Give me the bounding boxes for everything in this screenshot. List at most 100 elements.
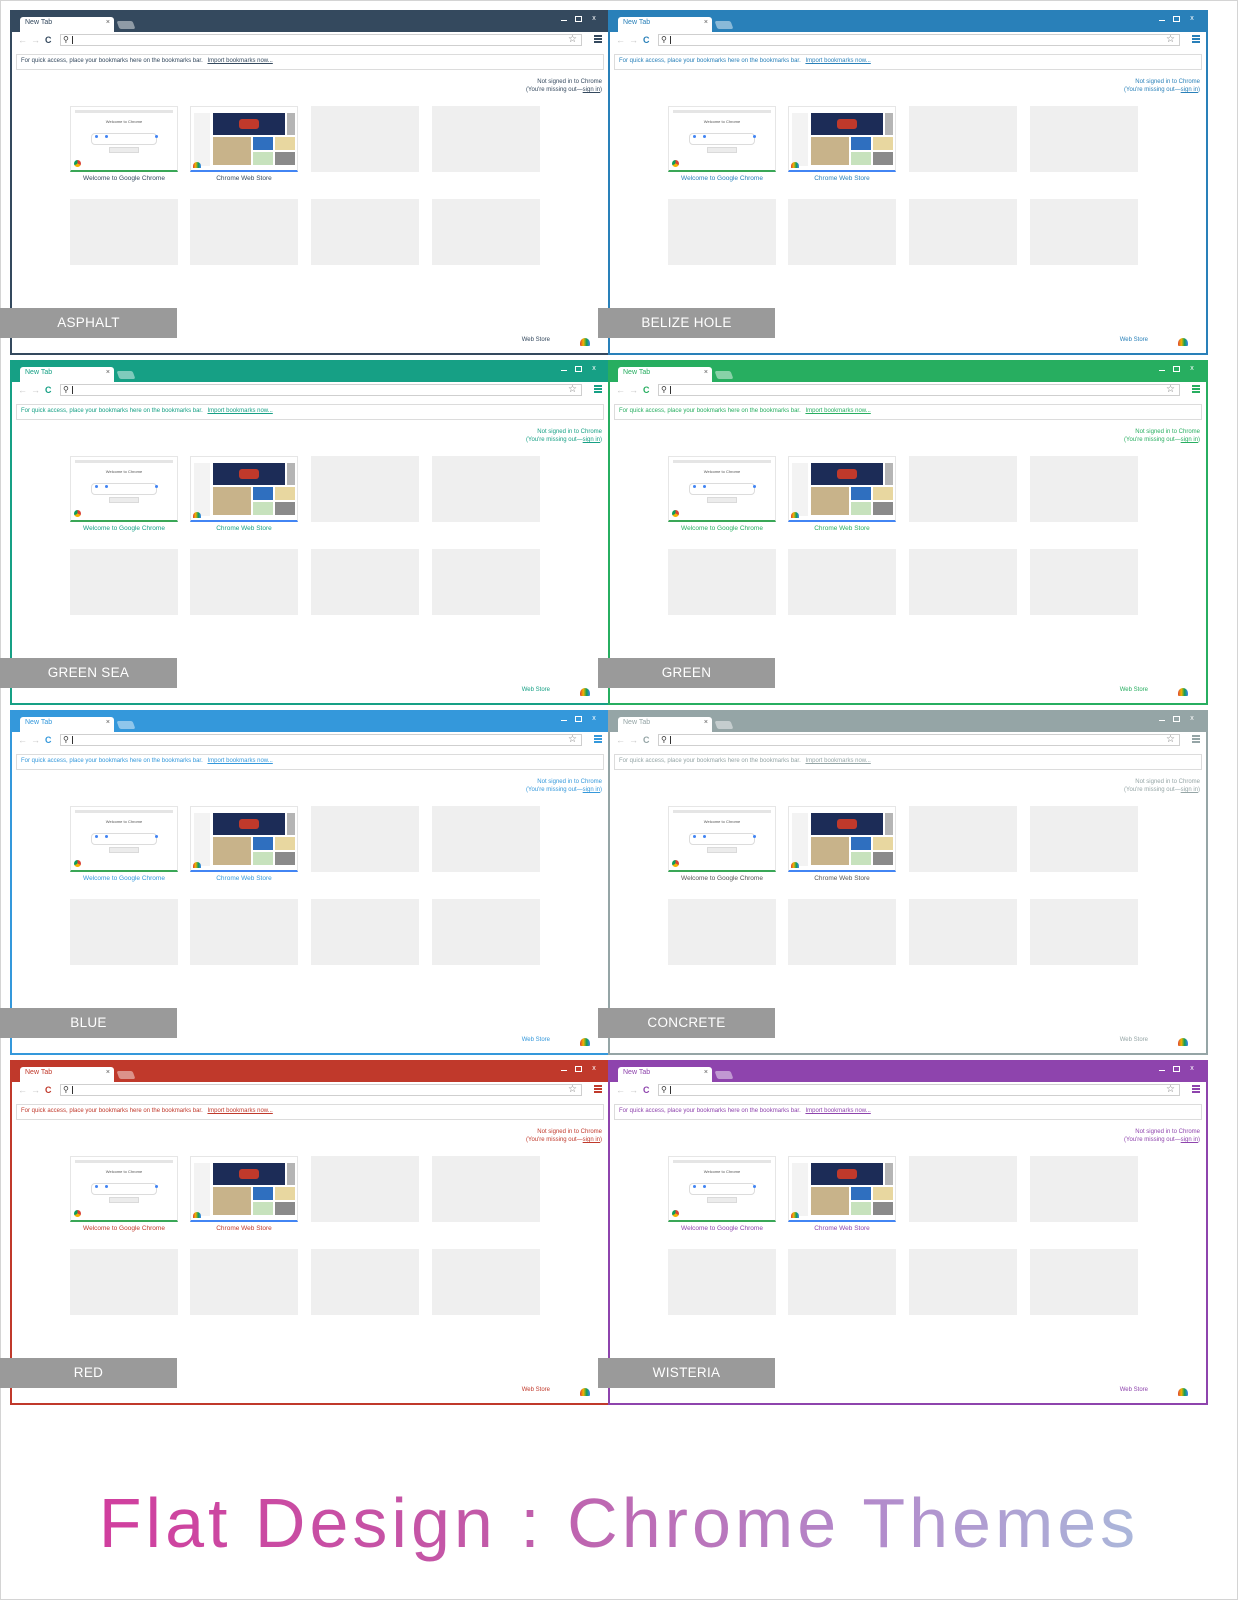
sign-in-link[interactable]: sign in [1181,437,1198,443]
maximize-icon[interactable] [572,714,584,724]
tile-empty[interactable] [788,899,896,965]
tab-new-tab[interactable]: New Tab × [20,17,114,32]
tab-close-icon[interactable]: × [704,19,708,26]
tile-label-welcome[interactable]: Welcome to Google Chrome [64,875,184,882]
import-bookmarks-link[interactable]: Import bookmarks now... [805,58,870,64]
back-arrow-icon[interactable]: ← [616,384,625,396]
tile-empty[interactable] [1030,106,1138,172]
close-icon[interactable]: x [588,14,600,24]
bookmark-star-icon[interactable]: ☆ [568,734,577,746]
bookmark-star-icon[interactable]: ☆ [568,34,577,46]
new-tab-button[interactable] [714,721,734,729]
bookmark-star-icon[interactable]: ☆ [1166,734,1175,746]
new-tab-button[interactable] [714,371,734,379]
tile-empty[interactable] [432,456,540,522]
tile-webstore-thumbnail[interactable] [190,806,298,872]
tile-label-webstore[interactable]: Chrome Web Store [184,175,304,182]
tab-new-tab[interactable]: New Tab × [20,367,114,382]
back-arrow-icon[interactable]: ← [18,34,27,46]
tile-label-welcome[interactable]: Welcome to Google Chrome [662,1225,782,1232]
tile-label-webstore[interactable]: Chrome Web Store [782,175,902,182]
omnibox[interactable]: ⚲ ☆ [658,384,1180,396]
new-tab-button[interactable] [714,21,734,29]
tile-welcome-thumbnail[interactable]: Welcome to Chrome [668,1156,776,1222]
tile-empty[interactable] [311,549,419,615]
tile-empty[interactable] [1030,899,1138,965]
tile-empty[interactable] [432,899,540,965]
tile-welcome-thumbnail[interactable]: Welcome to Chrome [668,806,776,872]
webstore-link[interactable]: Web Store [1120,687,1148,693]
tile-empty[interactable] [1030,456,1138,522]
tile-label-webstore[interactable]: Chrome Web Store [184,875,304,882]
tab-close-icon[interactable]: × [704,369,708,376]
tile-empty[interactable] [909,899,1017,965]
sign-in-link[interactable]: sign in [583,437,600,443]
forward-arrow-icon[interactable]: → [31,1084,40,1096]
tab-new-tab[interactable]: New Tab × [20,717,114,732]
omnibox[interactable]: ⚲ ☆ [658,34,1180,46]
tile-empty[interactable] [311,899,419,965]
tab-new-tab[interactable]: New Tab × [618,367,712,382]
maximize-icon[interactable] [572,364,584,374]
reload-icon[interactable]: C [643,1084,650,1096]
tile-empty[interactable] [909,106,1017,172]
tile-label-welcome[interactable]: Welcome to Google Chrome [662,525,782,532]
bookmark-star-icon[interactable]: ☆ [1166,384,1175,396]
webstore-link[interactable]: Web Store [522,687,550,693]
tab-new-tab[interactable]: New Tab × [618,1067,712,1082]
tile-welcome-thumbnail[interactable]: Welcome to Chrome [668,106,776,172]
tile-empty[interactable] [432,199,540,265]
tile-webstore-thumbnail[interactable] [190,456,298,522]
tile-welcome-thumbnail[interactable]: Welcome to Chrome [70,1156,178,1222]
tile-empty[interactable] [432,1156,540,1222]
webstore-icon[interactable] [1178,688,1188,696]
minimize-icon[interactable] [558,14,570,24]
tile-empty[interactable] [909,549,1017,615]
tile-empty[interactable] [190,899,298,965]
webstore-link[interactable]: Web Store [1120,337,1148,343]
new-tab-button[interactable] [116,371,136,379]
maximize-icon[interactable] [1170,14,1182,24]
tile-empty[interactable] [311,456,419,522]
close-icon[interactable]: x [1186,364,1198,374]
forward-arrow-icon[interactable]: → [629,34,638,46]
close-icon[interactable]: x [588,714,600,724]
import-bookmarks-link[interactable]: Import bookmarks now... [805,408,870,414]
tile-empty[interactable] [788,199,896,265]
minimize-icon[interactable] [1156,364,1168,374]
tile-empty[interactable] [311,106,419,172]
bookmark-star-icon[interactable]: ☆ [568,1084,577,1096]
tile-empty[interactable] [70,1249,178,1315]
sign-in-link[interactable]: sign in [583,87,600,93]
import-bookmarks-link[interactable]: Import bookmarks now... [805,758,870,764]
menu-icon[interactable] [1192,1085,1200,1093]
bookmark-star-icon[interactable]: ☆ [1166,1084,1175,1096]
tile-label-welcome[interactable]: Welcome to Google Chrome [64,525,184,532]
reload-icon[interactable]: C [45,384,52,396]
reload-icon[interactable]: C [643,34,650,46]
close-icon[interactable]: x [1186,1064,1198,1074]
close-icon[interactable]: x [588,1064,600,1074]
back-arrow-icon[interactable]: ← [18,734,27,746]
tile-welcome-thumbnail[interactable]: Welcome to Chrome [70,806,178,872]
menu-icon[interactable] [594,385,602,393]
tile-empty[interactable] [1030,1249,1138,1315]
webstore-icon[interactable] [1178,1038,1188,1046]
tile-empty[interactable] [909,456,1017,522]
import-bookmarks-link[interactable]: Import bookmarks now... [207,1108,272,1114]
tile-empty[interactable] [909,806,1017,872]
tile-empty[interactable] [668,199,776,265]
new-tab-button[interactable] [116,721,136,729]
tile-label-webstore[interactable]: Chrome Web Store [184,1225,304,1232]
menu-icon[interactable] [594,1085,602,1093]
back-arrow-icon[interactable]: ← [616,1084,625,1096]
tile-label-webstore[interactable]: Chrome Web Store [782,525,902,532]
close-icon[interactable]: x [1186,14,1198,24]
menu-icon[interactable] [1192,385,1200,393]
tile-webstore-thumbnail[interactable] [788,1156,896,1222]
menu-icon[interactable] [1192,35,1200,43]
omnibox[interactable]: ⚲ ☆ [60,734,582,746]
minimize-icon[interactable] [1156,1064,1168,1074]
tile-empty[interactable] [1030,199,1138,265]
bookmark-star-icon[interactable]: ☆ [1166,34,1175,46]
